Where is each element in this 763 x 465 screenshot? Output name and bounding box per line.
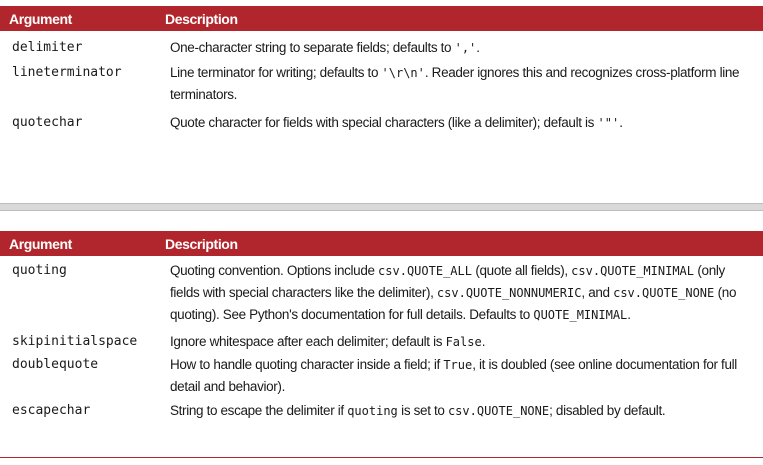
argument-cell: escapechar	[12, 403, 91, 418]
description-cell: Quote character for fields with special …	[170, 115, 623, 130]
header-argument: Argument	[9, 10, 72, 27]
table-row: lineterminator Line terminator for writi…	[0, 62, 763, 106]
inline-code: True	[443, 358, 473, 372]
description-cell: How to handle quoting character inside a…	[170, 357, 737, 394]
description-cell: Line terminator for writing; defaults to…	[170, 65, 740, 102]
inline-code: '"'	[597, 116, 620, 130]
table-header: Argument Description	[0, 6, 763, 31]
inline-code: quoting	[347, 404, 398, 418]
table-row: delimiter One-character string to separa…	[0, 37, 763, 59]
inline-code: csv.QUOTE_MINIMAL	[571, 264, 694, 278]
table-row: quotechar Quote character for fields wit…	[0, 112, 763, 134]
description-cell: Quoting convention. Options include csv.…	[170, 263, 737, 322]
inline-code: QUOTE_MINIMAL	[533, 308, 628, 322]
table-row: quoting Quoting convention. Options incl…	[0, 260, 763, 326]
inline-code: csv.QUOTE_NONE	[613, 286, 715, 300]
inline-code: csv.QUOTE_NONE	[447, 404, 550, 418]
inline-code: ','	[454, 41, 477, 55]
argument-cell: doublequote	[12, 357, 99, 372]
argument-cell: quotechar	[12, 115, 83, 130]
argument-cell: lineterminator	[12, 65, 122, 80]
table-header: Argument Description	[0, 231, 763, 256]
inline-code: '\r\n'	[381, 66, 425, 80]
description-cell: Ignore whitespace after each delimiter; …	[170, 334, 486, 349]
inline-code: csv.QUOTE_ALL	[378, 264, 472, 278]
csv-options-table-2: Argument Description quoting Quoting con…	[0, 231, 763, 422]
argument-cell: skipinitialspace	[12, 334, 138, 349]
table-row: escapechar String to escape the delimite…	[0, 400, 763, 422]
argument-cell: quoting	[12, 263, 67, 278]
table-row: skipinitialspace Ignore whitespace after…	[0, 331, 763, 353]
header-description: Description	[165, 235, 238, 252]
csv-options-table-1: Argument Description delimiter One-chara…	[0, 6, 763, 134]
description-cell: String to escape the delimiter if quotin…	[170, 403, 666, 418]
description-cell: One-character string to separate fields;…	[170, 40, 480, 55]
inline-code: False	[445, 335, 482, 349]
page-divider	[0, 203, 763, 211]
table-bottom-rule	[0, 457, 763, 458]
header-argument: Argument	[9, 235, 72, 252]
table-row: doublequote How to handle quoting charac…	[0, 354, 763, 398]
argument-cell: delimiter	[12, 40, 83, 55]
header-description: Description	[165, 10, 238, 27]
inline-code: csv.QUOTE_NONNUMERIC	[436, 286, 582, 300]
